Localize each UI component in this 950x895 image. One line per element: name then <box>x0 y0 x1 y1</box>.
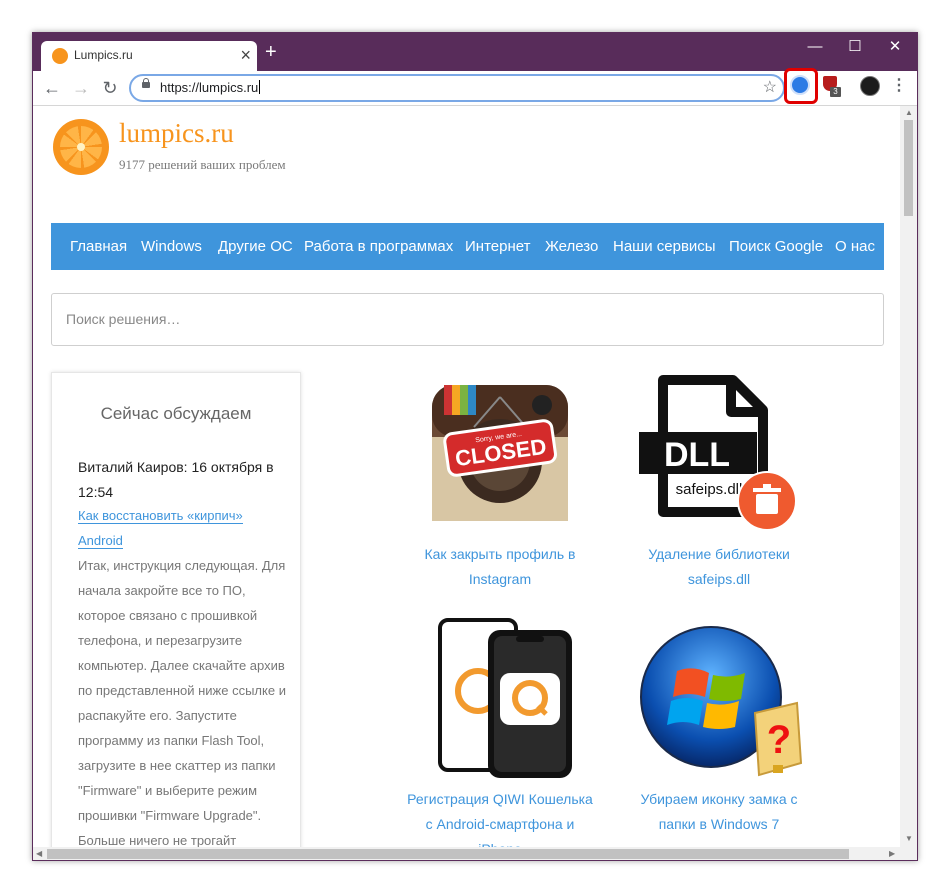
article-title-dll[interactable]: Удаление библиотеки safeips.dll <box>624 542 814 592</box>
article-title-windows7[interactable]: Убираем иконку замка с папки в Windows 7 <box>624 787 814 837</box>
article-title-instagram[interactable]: Как закрыть профиль в Instagram <box>405 542 595 592</box>
menu-kebab-icon[interactable]: ⋮ <box>891 75 907 95</box>
scroll-up-arrow-icon[interactable]: ▲ <box>905 108 913 117</box>
new-tab-button[interactable]: + <box>265 42 277 62</box>
bookmark-star-icon[interactable]: ☆ <box>763 77 777 97</box>
vertical-scrollbar[interactable]: ▲ ▼ <box>900 106 917 847</box>
discussion-sidebar: Сейчас обсуждаем Виталий Каиров: 16 октя… <box>51 372 301 847</box>
nav-other-os[interactable]: Другие ОС <box>218 238 293 255</box>
orange-favicon-icon <box>52 48 68 64</box>
svg-text:DLL: DLL <box>664 436 730 474</box>
comment-author: Виталий Каиров: 16 октября в 12:54 <box>78 459 274 500</box>
orange-logo-icon[interactable] <box>53 119 109 175</box>
nav-internet[interactable]: Интернет <box>465 238 530 255</box>
back-arrow-icon[interactable]: ← <box>41 77 63 99</box>
scroll-left-arrow-icon[interactable]: ◀ <box>36 849 42 858</box>
browser-toolbar: ← → ↻ https://lumpics.ru ☆ 3 ⋮ <box>33 68 917 106</box>
windows7-lock-folder-image[interactable]: ? <box>637 623 807 783</box>
close-tab-icon[interactable]: × <box>240 45 251 65</box>
scroll-right-arrow-icon[interactable]: ▶ <box>889 849 895 858</box>
lock-icon[interactable] <box>142 78 150 88</box>
scroll-down-arrow-icon[interactable]: ▼ <box>905 834 913 843</box>
qiwi-phones-image[interactable] <box>428 616 578 781</box>
site-subtitle: 9177 решений ваших проблем <box>119 157 286 172</box>
comment-article-link[interactable]: Как восстановить «кирпич» Android <box>78 503 278 553</box>
nav-hardware[interactable]: Железо <box>545 238 598 255</box>
nav-google-search[interactable]: Поиск Google <box>729 238 823 255</box>
site-navigation: Главная Windows Другие ОС Работа в прогр… <box>51 223 884 270</box>
nav-about[interactable]: О нас <box>835 238 875 255</box>
browser-window: Lumpics.ru × + — ☐ ✕ ← → ↻ https://lumpi… <box>32 32 918 861</box>
extension-badge: 3 <box>830 87 841 97</box>
page-viewport: lumpics.ru 9177 решений ваших проблем Гл… <box>33 106 900 847</box>
dll-file-image[interactable]: DLL safeips.dll <box>635 374 805 534</box>
sidebar-heading: Сейчас обсуждаем <box>100 404 252 423</box>
horizontal-scrollbar[interactable]: ◀ ▶ <box>33 847 917 860</box>
vertical-scroll-thumb[interactable] <box>904 120 913 216</box>
minimize-button[interactable]: — <box>795 36 835 58</box>
search-input[interactable]: Поиск решения… <box>51 293 884 346</box>
tab-title: Lumpics.ru <box>74 48 133 62</box>
svg-text:safeips.dll: safeips.dll <box>676 481 743 498</box>
globe-extension-icon[interactable] <box>790 75 810 95</box>
comment-text: Итак, инструкция следующая. Для начала з… <box>78 558 286 847</box>
article-title-qiwi[interactable]: Регистрация QIWI Кошелька с Android-смар… <box>405 787 595 847</box>
close-window-button[interactable]: ✕ <box>875 36 915 58</box>
url-text[interactable]: https://lumpics.ru <box>160 80 261 95</box>
nav-programs[interactable]: Работа в программах <box>304 238 453 255</box>
svg-text:?: ? <box>767 718 791 762</box>
browser-tab[interactable]: Lumpics.ru × <box>41 41 257 71</box>
forward-arrow-icon[interactable]: → <box>70 77 92 99</box>
nav-services[interactable]: Наши сервисы <box>613 238 716 255</box>
horizontal-scroll-thumb[interactable] <box>47 849 849 859</box>
title-bar: Lumpics.ru × + — ☐ ✕ <box>33 33 917 71</box>
nav-home[interactable]: Главная <box>70 238 127 255</box>
search-placeholder: Поиск решения… <box>66 311 181 327</box>
address-bar[interactable]: https://lumpics.ru ☆ <box>129 74 785 102</box>
maximize-button[interactable]: ☐ <box>835 36 875 58</box>
reload-icon[interactable]: ↻ <box>99 77 121 99</box>
nav-windows[interactable]: Windows <box>141 238 202 255</box>
instagram-closed-image[interactable]: Sorry, we are... CLOSED <box>430 383 570 523</box>
site-title[interactable]: lumpics.ru <box>119 118 234 149</box>
profile-avatar[interactable] <box>860 76 880 96</box>
